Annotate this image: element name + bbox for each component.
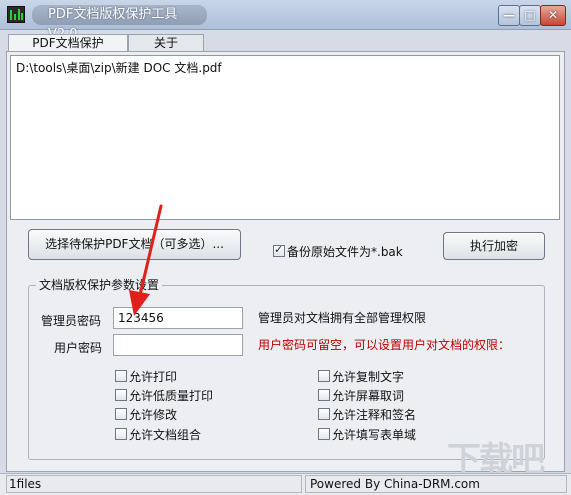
perm-screen-checkbox[interactable]	[318, 389, 330, 401]
perm-print-checkbox[interactable]	[115, 370, 127, 382]
backup-checkbox[interactable]	[273, 243, 285, 257]
list-item[interactable]: D:\tools\桌面\zip\新建 DOC 文档.pdf	[16, 59, 222, 76]
perm-screen-label[interactable]: 允许屏幕取词	[332, 387, 404, 404]
perm-copy-checkbox[interactable]	[318, 370, 330, 382]
minimize-button[interactable]: —	[498, 5, 520, 26]
perm-modify-checkbox[interactable]	[115, 408, 127, 420]
perm-annotate-label[interactable]: 允许注释和签名	[332, 406, 416, 423]
tab-about[interactable]: 关于	[128, 34, 204, 51]
window-title: PDF文档版权保护工具 V2.0	[32, 5, 207, 42]
status-powered-by: Powered By China-DRM.com	[305, 475, 567, 493]
perm-forms-checkbox[interactable]	[318, 428, 330, 440]
perm-modify-label[interactable]: 允许修改	[129, 406, 177, 423]
perm-forms-label[interactable]: 允许填写表单域	[332, 426, 416, 443]
admin-password-label: 管理员密码	[41, 314, 102, 328]
perm-lowprint-label[interactable]: 允许低质量打印	[129, 387, 213, 404]
app-icon	[7, 6, 25, 23]
tab-pdf-protect[interactable]: PDF文档保护	[8, 34, 128, 52]
file-list[interactable]: D:\tools\桌面\zip\新建 DOC 文档.pdf	[10, 55, 560, 220]
admin-password-input[interactable]: 123456	[113, 307, 243, 329]
perm-assemble-label[interactable]: 允许文档组合	[129, 426, 201, 443]
admin-note: 管理员对文档拥有全部管理权限	[258, 311, 427, 325]
perm-print-label[interactable]: 允许打印	[129, 368, 177, 385]
encrypt-button[interactable]: 执行加密	[443, 232, 545, 260]
user-password-input[interactable]	[113, 334, 243, 356]
perm-annotate-checkbox[interactable]	[318, 408, 330, 420]
status-file-count: 1files	[6, 475, 302, 493]
user-password-label: 用户密码	[54, 341, 103, 355]
perm-copy-label[interactable]: 允许复制文字	[332, 368, 404, 385]
perm-lowprint-checkbox[interactable]	[115, 389, 127, 401]
params-group-title: 文档版权保护参数设置	[36, 276, 163, 293]
close-button[interactable]: ✕	[540, 5, 566, 26]
select-pdf-button[interactable]: 选择待保护PDF文档（可多选）...	[28, 229, 241, 260]
perm-assemble-checkbox[interactable]	[115, 428, 127, 440]
user-note: 用户密码可留空，可以设置用户对文档的权限：	[258, 338, 511, 352]
maximize-button[interactable]: □	[519, 5, 541, 26]
backup-label[interactable]: 备份原始文件为*.bak	[287, 243, 403, 260]
